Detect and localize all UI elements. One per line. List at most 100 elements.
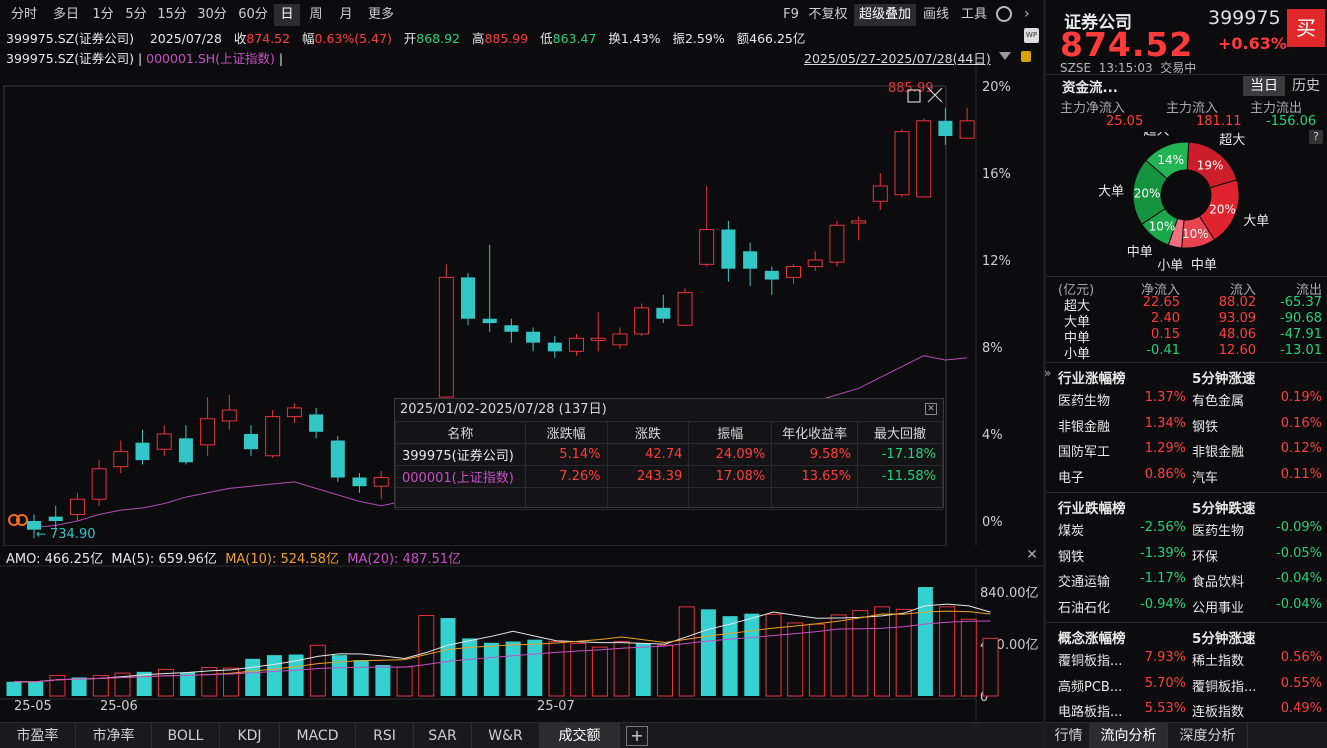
volume-bar[interactable] [375, 665, 391, 696]
volume-bar[interactable] [527, 639, 543, 696]
candle[interactable] [807, 251, 823, 271]
candle[interactable] [373, 470, 389, 500]
candle[interactable] [461, 273, 475, 326]
volume-bar[interactable] [765, 613, 782, 697]
list-item-name[interactable]: 国防军工 [1058, 441, 1110, 460]
candle[interactable] [612, 327, 628, 350]
close-volume-icon[interactable]: ✕ [1025, 548, 1039, 562]
lock-icon[interactable] [1021, 51, 1031, 62]
buy-button[interactable]: 买 [1287, 9, 1325, 47]
candle[interactable] [829, 220, 845, 267]
candle[interactable] [330, 436, 345, 482]
volume-bar[interactable] [353, 660, 369, 696]
volume-bar[interactable] [591, 646, 608, 697]
list-item-name[interactable]: 公用事业 [1192, 597, 1244, 616]
chart-marker-icon[interactable] [8, 514, 28, 526]
indicator-tab-0[interactable]: 市盈率 [0, 723, 76, 748]
volume-bar[interactable] [939, 606, 956, 697]
volume-bar[interactable] [505, 641, 521, 696]
volume-bar[interactable] [309, 644, 326, 697]
candle[interactable] [938, 107, 953, 145]
volume-bar[interactable] [830, 614, 847, 697]
volume-bar[interactable] [6, 681, 22, 696]
list-item-name[interactable]: 覆铜板指... [1058, 650, 1122, 669]
chevron-right-icon[interactable]: › [1024, 6, 1030, 22]
volume-bar[interactable] [722, 616, 738, 696]
volume-bar[interactable] [440, 618, 456, 696]
list-item-name[interactable]: 环保 [1192, 546, 1218, 565]
volume-bar[interactable] [49, 675, 66, 697]
tab-today[interactable]: 当日 [1243, 76, 1285, 96]
candle[interactable] [526, 327, 541, 352]
table-row[interactable]: 000001(上证指数) 7.26% 243.39 17.08% 13.65% … [395, 465, 943, 488]
list-item-name[interactable]: 钢铁 [1058, 546, 1084, 565]
list-item-name[interactable]: 钢铁 [1192, 416, 1218, 435]
tab-history[interactable]: 历史 [1286, 76, 1326, 96]
candle[interactable] [634, 303, 650, 337]
volume-bar[interactable] [396, 666, 413, 697]
period-tab-5[interactable]: 30分 [192, 4, 232, 26]
candle[interactable] [721, 220, 736, 282]
toolbar-item-3[interactable]: 画线 [920, 4, 952, 26]
candle[interactable] [286, 403, 302, 424]
candle[interactable] [309, 407, 324, 439]
candle[interactable] [656, 294, 671, 324]
indicator-tab-4[interactable]: MACD [280, 723, 356, 748]
indicator-tab-1[interactable]: 市净率 [76, 723, 152, 748]
candle[interactable] [959, 107, 975, 139]
list-item-name[interactable]: 医药生物 [1192, 520, 1244, 539]
date-range-link[interactable]: 2025/05/27-2025/07/28(44日) [804, 48, 991, 67]
table-row[interactable]: 399975(证券公司) 5.14% 42.74 24.09% 9.58% -1… [395, 443, 943, 466]
list-item-name[interactable]: 煤炭 [1058, 520, 1084, 539]
list-item-name[interactable]: 高频PCB... [1058, 676, 1122, 695]
panel-tab-1[interactable]: 流向分析 [1090, 723, 1168, 748]
list-item-name[interactable]: 连板指数 [1192, 701, 1244, 720]
period-tab-0[interactable]: 分时 [4, 4, 44, 26]
volume-bar[interactable] [960, 618, 977, 697]
candle[interactable] [135, 429, 150, 465]
toolbar-item-2[interactable]: 超级叠加 [854, 4, 916, 26]
volume-bar[interactable] [28, 681, 44, 696]
candle[interactable] [677, 288, 693, 326]
volume-bar[interactable] [917, 587, 933, 696]
candle[interactable] [547, 336, 562, 358]
volume-bar[interactable] [808, 623, 825, 697]
candle[interactable] [438, 264, 454, 400]
candle[interactable] [872, 173, 888, 210]
volume-bar[interactable] [266, 655, 282, 696]
volume-bar[interactable] [700, 609, 716, 696]
candle[interactable] [156, 425, 172, 456]
candle[interactable] [590, 312, 606, 352]
candle[interactable] [221, 394, 237, 430]
list-item-name[interactable]: 稀土指数 [1192, 650, 1244, 669]
volume-bar[interactable] [548, 641, 565, 697]
indicator-tab-7[interactable]: W&R [472, 723, 540, 748]
volume-bar[interactable] [613, 641, 630, 697]
candle[interactable] [851, 216, 867, 241]
toolbar-item-1[interactable]: 不复权 [806, 4, 850, 26]
list-item-name[interactable]: 医药生物 [1058, 390, 1110, 409]
list-item-name[interactable]: 食品饮料 [1192, 571, 1244, 590]
wp-badge-icon[interactable]: WP [1024, 28, 1039, 43]
period-tab-4[interactable]: 15分 [154, 4, 190, 26]
collapse-icon[interactable]: » [1044, 366, 1051, 380]
candle[interactable] [69, 492, 85, 521]
volume-bar[interactable] [635, 643, 651, 696]
settings-gear-icon[interactable] [996, 6, 1012, 22]
volume-bar[interactable] [678, 606, 695, 697]
list-item-name[interactable]: 汽车 [1192, 467, 1218, 486]
volume-chart[interactable]: 840.00亿420.00亿0 [0, 546, 1043, 721]
volume-bar[interactable] [982, 637, 999, 697]
period-tab-8[interactable]: 周 [302, 4, 330, 26]
candle[interactable] [265, 410, 281, 458]
period-tab-6[interactable]: 60分 [234, 4, 272, 26]
list-item-name[interactable]: 非银金融 [1058, 416, 1110, 435]
compare-overlay[interactable]: 000001.SH(上证指数) [146, 51, 275, 66]
candle[interactable] [569, 333, 584, 356]
list-item-name[interactable]: 交通运输 [1058, 571, 1110, 590]
add-indicator-icon[interactable]: + [626, 726, 648, 746]
candle[interactable] [504, 318, 519, 343]
candle[interactable] [699, 186, 715, 267]
compare-main[interactable]: 399975.SZ(证券公司) [6, 51, 134, 66]
list-item-name[interactable]: 电路板指... [1058, 701, 1122, 720]
